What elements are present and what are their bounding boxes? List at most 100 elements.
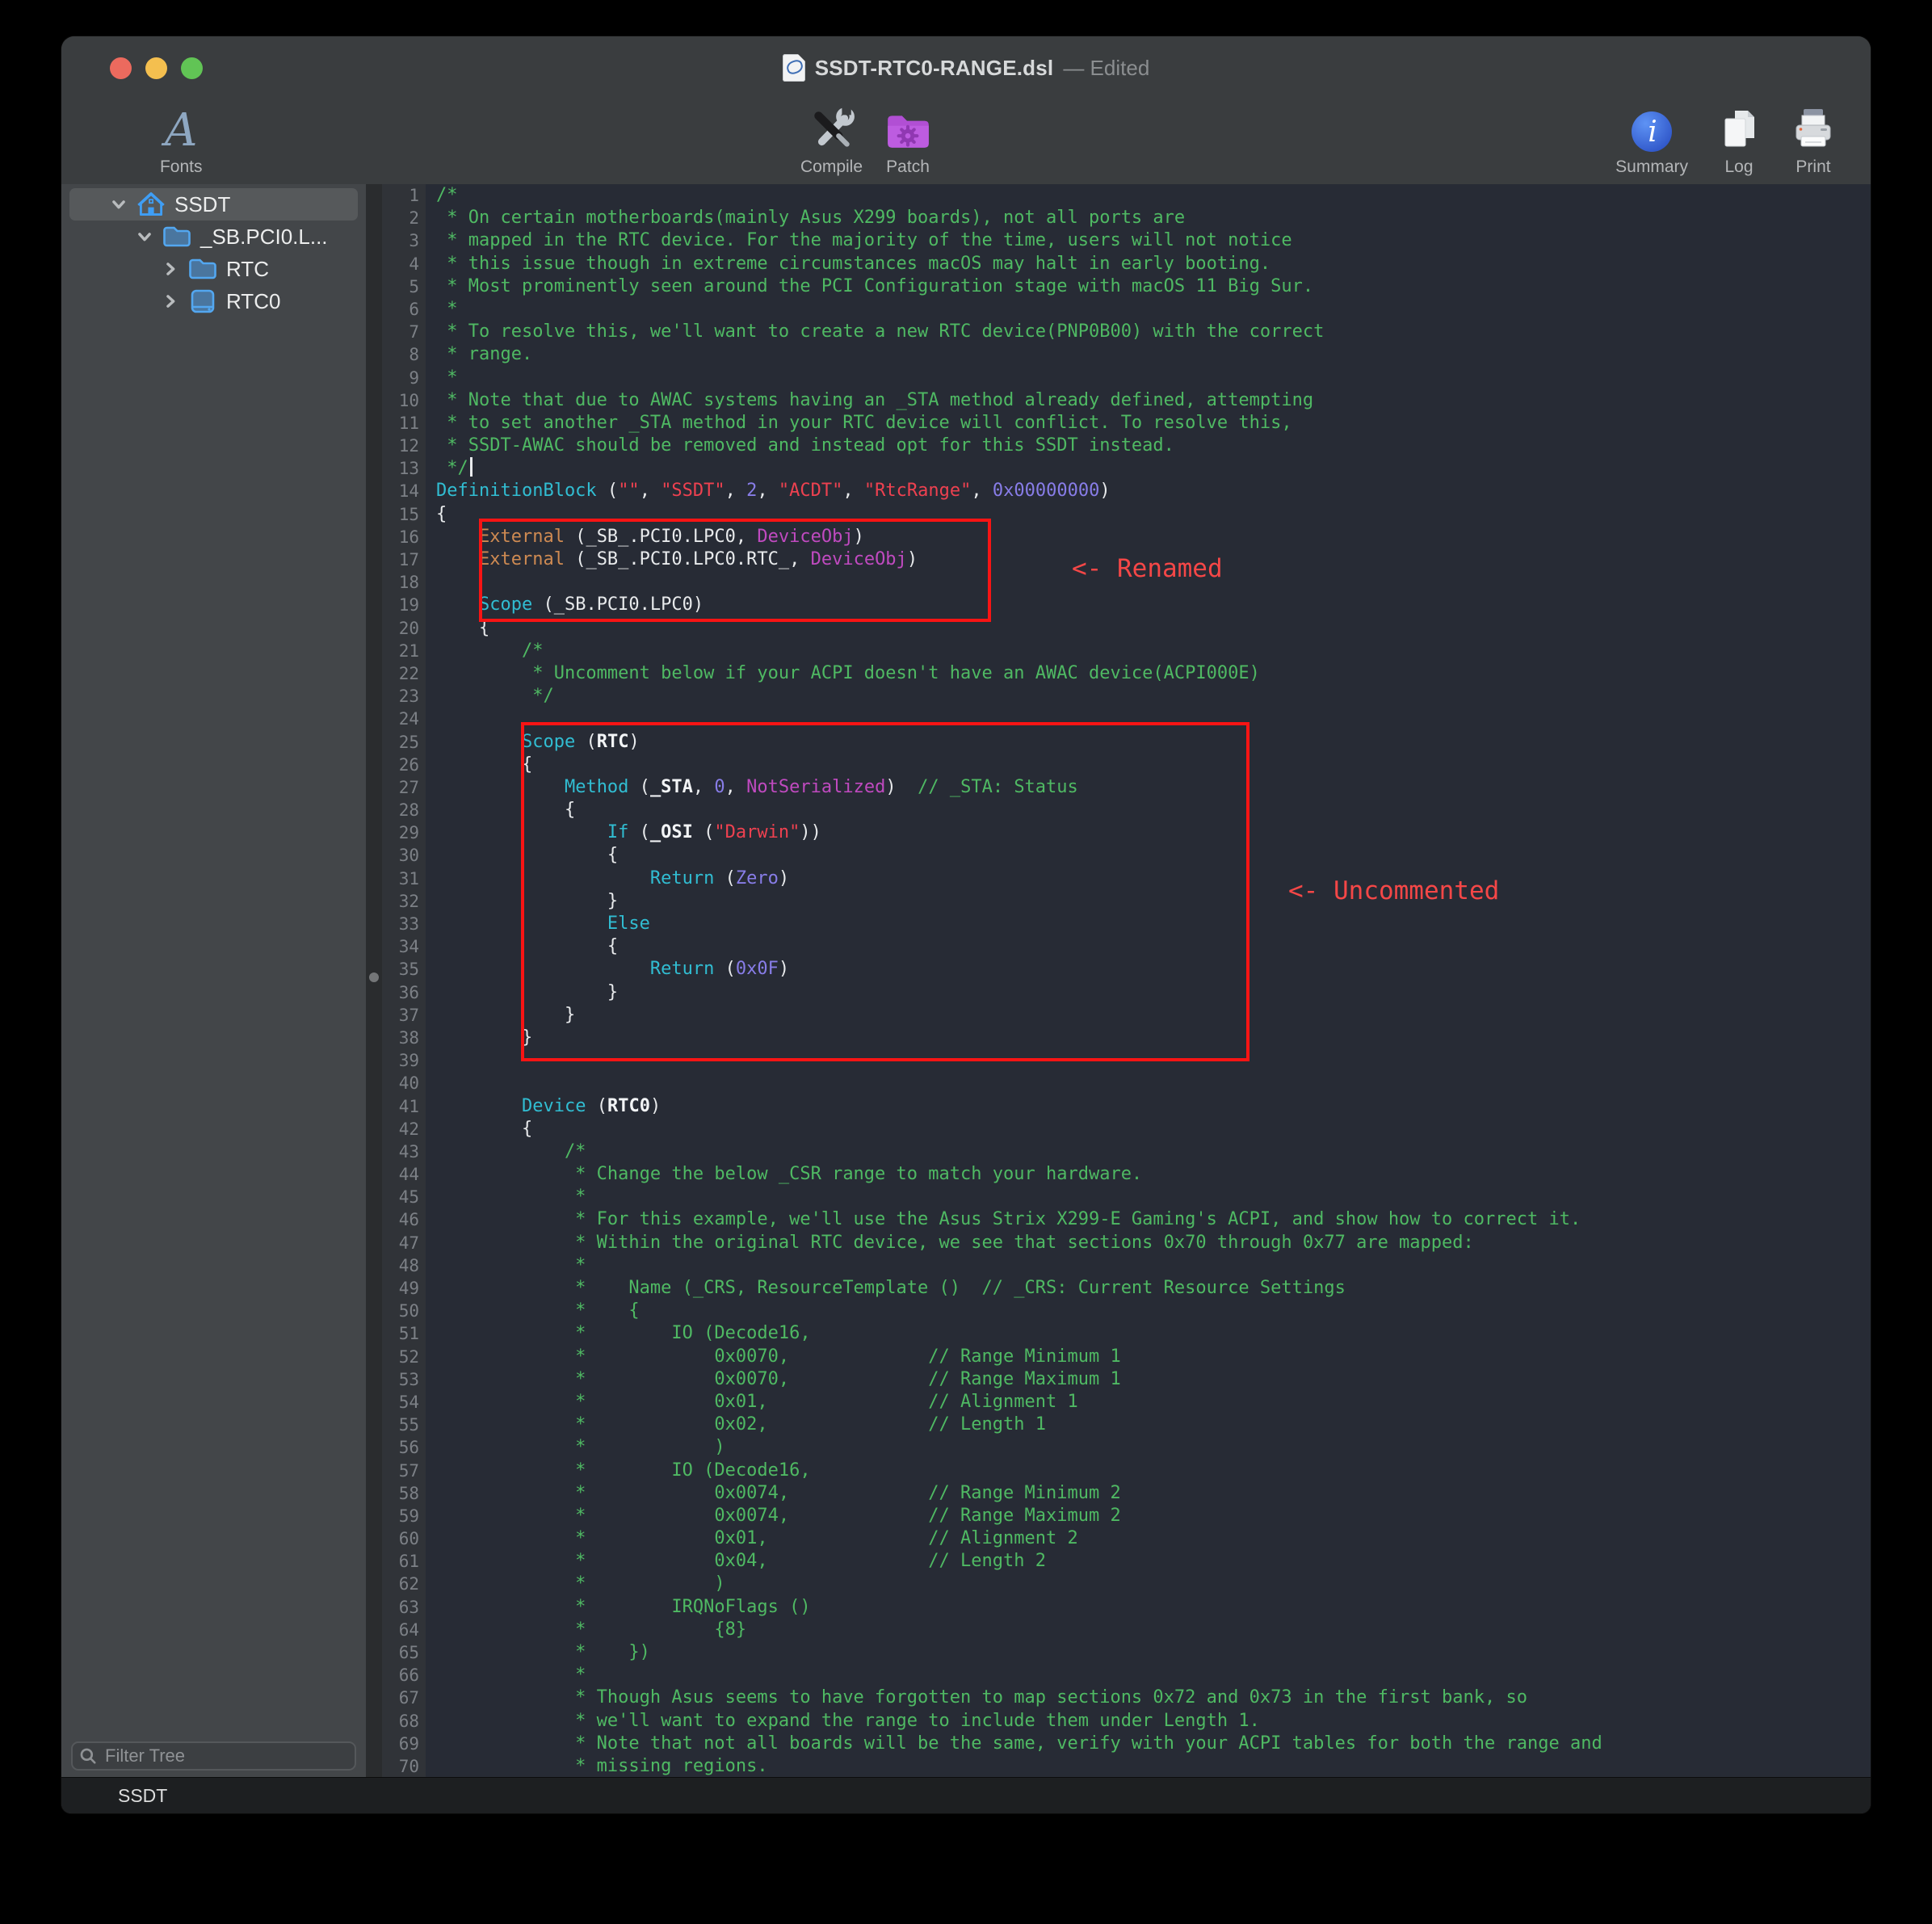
code-line: * For this example, we'll use the Asus S… xyxy=(436,1208,1871,1231)
summary-button[interactable]: i Summary xyxy=(1615,106,1688,177)
code-line: */ xyxy=(436,457,1871,480)
line-number: 52 xyxy=(382,1346,419,1368)
desktop: SSDT-RTC0-RANGE.dsl — Edited A Fonts xyxy=(0,0,1932,1924)
line-number: 10 xyxy=(382,389,419,412)
code-line: Return (0x0F) xyxy=(436,958,1871,981)
line-number: 39 xyxy=(382,1049,419,1072)
line-number: 41 xyxy=(382,1095,419,1118)
code-line: { xyxy=(436,935,1871,958)
acpi-tree: SSDT_SB.PCI0.L...RTC RTC0 xyxy=(61,184,366,317)
code-line: Scope (_SB.PCI0.LPC0) xyxy=(436,594,1871,616)
line-number: 60 xyxy=(382,1527,419,1550)
chevron-right-icon[interactable] xyxy=(162,292,179,310)
line-number: 62 xyxy=(382,1573,419,1595)
line-number: 3 xyxy=(382,229,419,252)
code-line: { xyxy=(436,799,1871,821)
window-title-group: SSDT-RTC0-RANGE.dsl — Edited xyxy=(61,36,1871,99)
code-line: Else xyxy=(436,913,1871,935)
code-line: * 0x0070, // Range Maximum 1 xyxy=(436,1368,1871,1391)
line-number: 6 xyxy=(382,298,419,321)
chevron-down-icon[interactable] xyxy=(136,228,153,246)
filter-tree-field xyxy=(71,1741,356,1771)
line-number: 64 xyxy=(382,1619,419,1641)
code-editor[interactable]: <- Renamed <- Uncommented /* * On certai… xyxy=(426,184,1871,1777)
code-line: DefinitionBlock ("", "SSDT", 2, "ACDT", … xyxy=(436,480,1871,502)
line-number: 26 xyxy=(382,754,419,776)
tree-item-rtc0[interactable]: RTC0 xyxy=(69,285,358,317)
splitter[interactable] xyxy=(366,184,382,1777)
code-line: * Uncomment below if your ACPI doesn't h… xyxy=(436,662,1871,685)
line-number: 22 xyxy=(382,662,419,685)
code-line: * { xyxy=(436,1300,1871,1322)
line-number: 32 xyxy=(382,890,419,913)
line-number: 5 xyxy=(382,275,419,298)
code-line: * SSDT-AWAC should be removed and instea… xyxy=(436,435,1871,457)
line-number: 21 xyxy=(382,640,419,662)
compile-button[interactable]: Compile xyxy=(800,106,863,177)
chevron-down-icon[interactable] xyxy=(110,195,128,213)
line-number: 4 xyxy=(382,253,419,275)
code-line: * missing regions. xyxy=(436,1755,1871,1777)
tree-item-ssdt[interactable]: SSDT xyxy=(69,188,358,221)
line-number: 36 xyxy=(382,981,419,1004)
code-line: * 0x01, // Alignment 1 xyxy=(436,1391,1871,1414)
patch-button[interactable]: Patch xyxy=(884,106,932,177)
line-number: 25 xyxy=(382,731,419,754)
annotation-uncommented: <- Uncommented xyxy=(1288,876,1499,905)
code-line: * }) xyxy=(436,1641,1871,1664)
code-line: * On certain motherboards(mainly Asus X2… xyxy=(436,207,1871,229)
line-number: 35 xyxy=(382,958,419,981)
code-line: * mapped in the RTC device. For the majo… xyxy=(436,229,1871,252)
tree-item-sb-pci0-l[interactable]: _SB.PCI0.L... xyxy=(69,221,358,253)
line-number: 42 xyxy=(382,1118,419,1141)
line-number: 20 xyxy=(382,617,419,640)
line-number: 28 xyxy=(382,799,419,821)
line-number: 34 xyxy=(382,935,419,958)
line-number: 54 xyxy=(382,1391,419,1414)
search-icon xyxy=(79,1747,97,1765)
toolbar: A Fonts xyxy=(61,99,1871,184)
fonts-label: Fonts xyxy=(160,158,203,177)
line-number: 47 xyxy=(382,1232,419,1254)
line-number: 27 xyxy=(382,776,419,799)
status-text: SSDT xyxy=(118,1785,167,1807)
code-line xyxy=(436,1049,1871,1072)
tree-item-rtc[interactable]: RTC xyxy=(69,253,358,285)
summary-label: Summary xyxy=(1615,158,1688,177)
folder-icon xyxy=(162,223,192,250)
code-line: /* xyxy=(436,640,1871,662)
annotation-renamed: <- Renamed xyxy=(1072,554,1223,583)
line-number: 17 xyxy=(382,548,419,571)
print-label: Print xyxy=(1796,158,1830,177)
fonts-button[interactable]: A Fonts xyxy=(157,106,205,177)
title-bar[interactable]: SSDT-RTC0-RANGE.dsl — Edited xyxy=(61,36,1871,99)
line-number: 63 xyxy=(382,1596,419,1619)
line-number: 7 xyxy=(382,321,419,343)
line-number: 68 xyxy=(382,1710,419,1733)
code-line: * Though Asus seems to have forgotten to… xyxy=(436,1687,1871,1709)
line-number: 30 xyxy=(382,844,419,867)
print-button[interactable]: Print xyxy=(1790,106,1837,177)
chevron-right-icon[interactable] xyxy=(162,260,179,278)
code-line: /* xyxy=(436,1141,1871,1163)
code-line: * IO (Decode16, xyxy=(436,1322,1871,1345)
home-icon xyxy=(136,191,166,218)
code-line: } xyxy=(436,890,1871,913)
code-line: /* xyxy=(436,184,1871,207)
code-line xyxy=(436,708,1871,730)
compile-label: Compile xyxy=(800,158,863,177)
code-line: * xyxy=(436,367,1871,389)
code-line: { xyxy=(436,617,1871,640)
code-line: * range. xyxy=(436,343,1871,366)
line-number: 11 xyxy=(382,412,419,435)
acpi-tree-sidebar: SSDT_SB.PCI0.L...RTC RTC0 xyxy=(61,184,366,1777)
filter-tree-input[interactable] xyxy=(71,1741,356,1771)
tree-item-label: RTC0 xyxy=(226,289,280,314)
code-line: { xyxy=(436,1118,1871,1141)
code-line: * ) xyxy=(436,1573,1871,1595)
line-number: 31 xyxy=(382,867,419,890)
log-button[interactable]: Log xyxy=(1716,106,1762,177)
line-number: 49 xyxy=(382,1277,419,1300)
splitter-handle[interactable] xyxy=(369,973,379,982)
code-line xyxy=(436,1072,1871,1094)
